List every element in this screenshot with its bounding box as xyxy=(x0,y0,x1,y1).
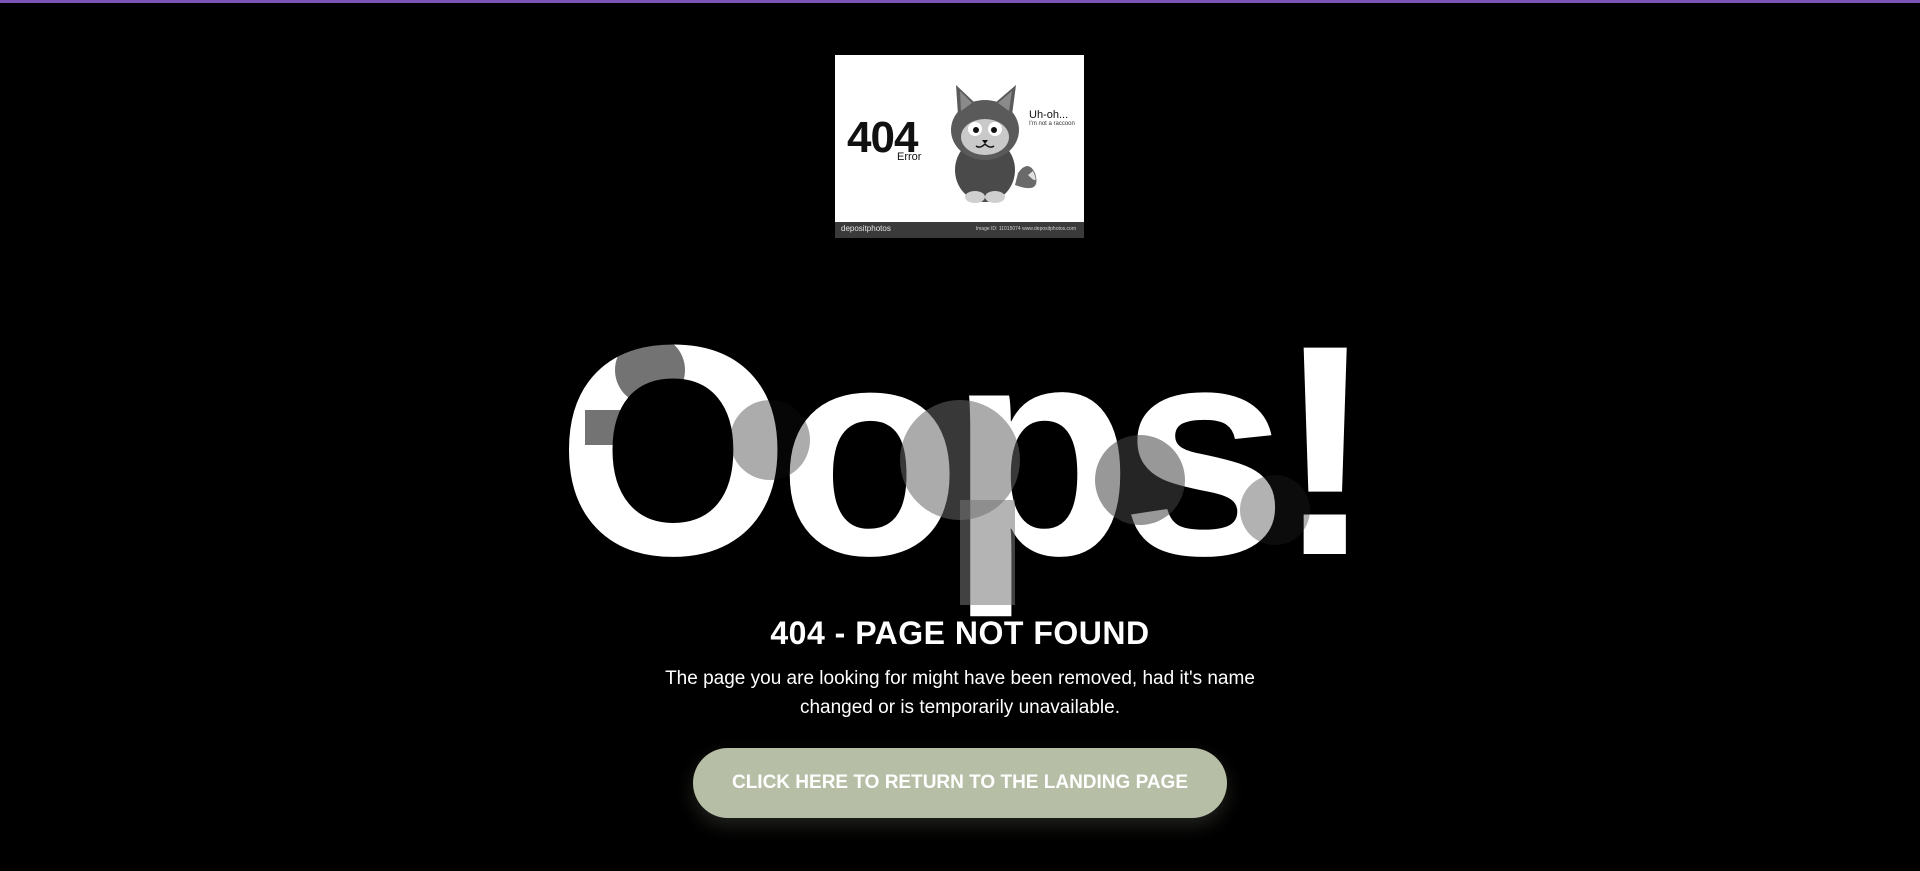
top-accent-bar xyxy=(0,0,1920,3)
hero-image: 404 Error Uh-oh... I'm not a raccoon dep… xyxy=(835,55,1084,238)
depositphotos-brand: depositphotos xyxy=(841,224,891,233)
not-found-page: 404 Error Uh-oh... I'm not a raccoon dep… xyxy=(0,0,1920,871)
oops-headline: Oops! xyxy=(440,300,1480,620)
cat-icon xyxy=(951,85,1037,203)
page-description: The page you are looking for might have … xyxy=(665,668,1255,718)
return-landing-button-label: CLICK HERE TO RETURN TO THE LANDING PAGE xyxy=(731,772,1189,793)
oops-text: Oops! xyxy=(556,282,1376,618)
return-landing-button[interactable]: CLICK HERE TO RETURN TO THE LANDING PAGE xyxy=(693,748,1227,818)
hero-footer: depositphotos Image ID: 11015074 www.dep… xyxy=(835,222,1084,238)
hero-error-text: Error xyxy=(897,151,922,163)
page-title: 404 - PAGE NOT FOUND xyxy=(770,615,1150,651)
hero-meta: Image ID: 11015074 www.depositphotos.com xyxy=(975,226,1076,232)
